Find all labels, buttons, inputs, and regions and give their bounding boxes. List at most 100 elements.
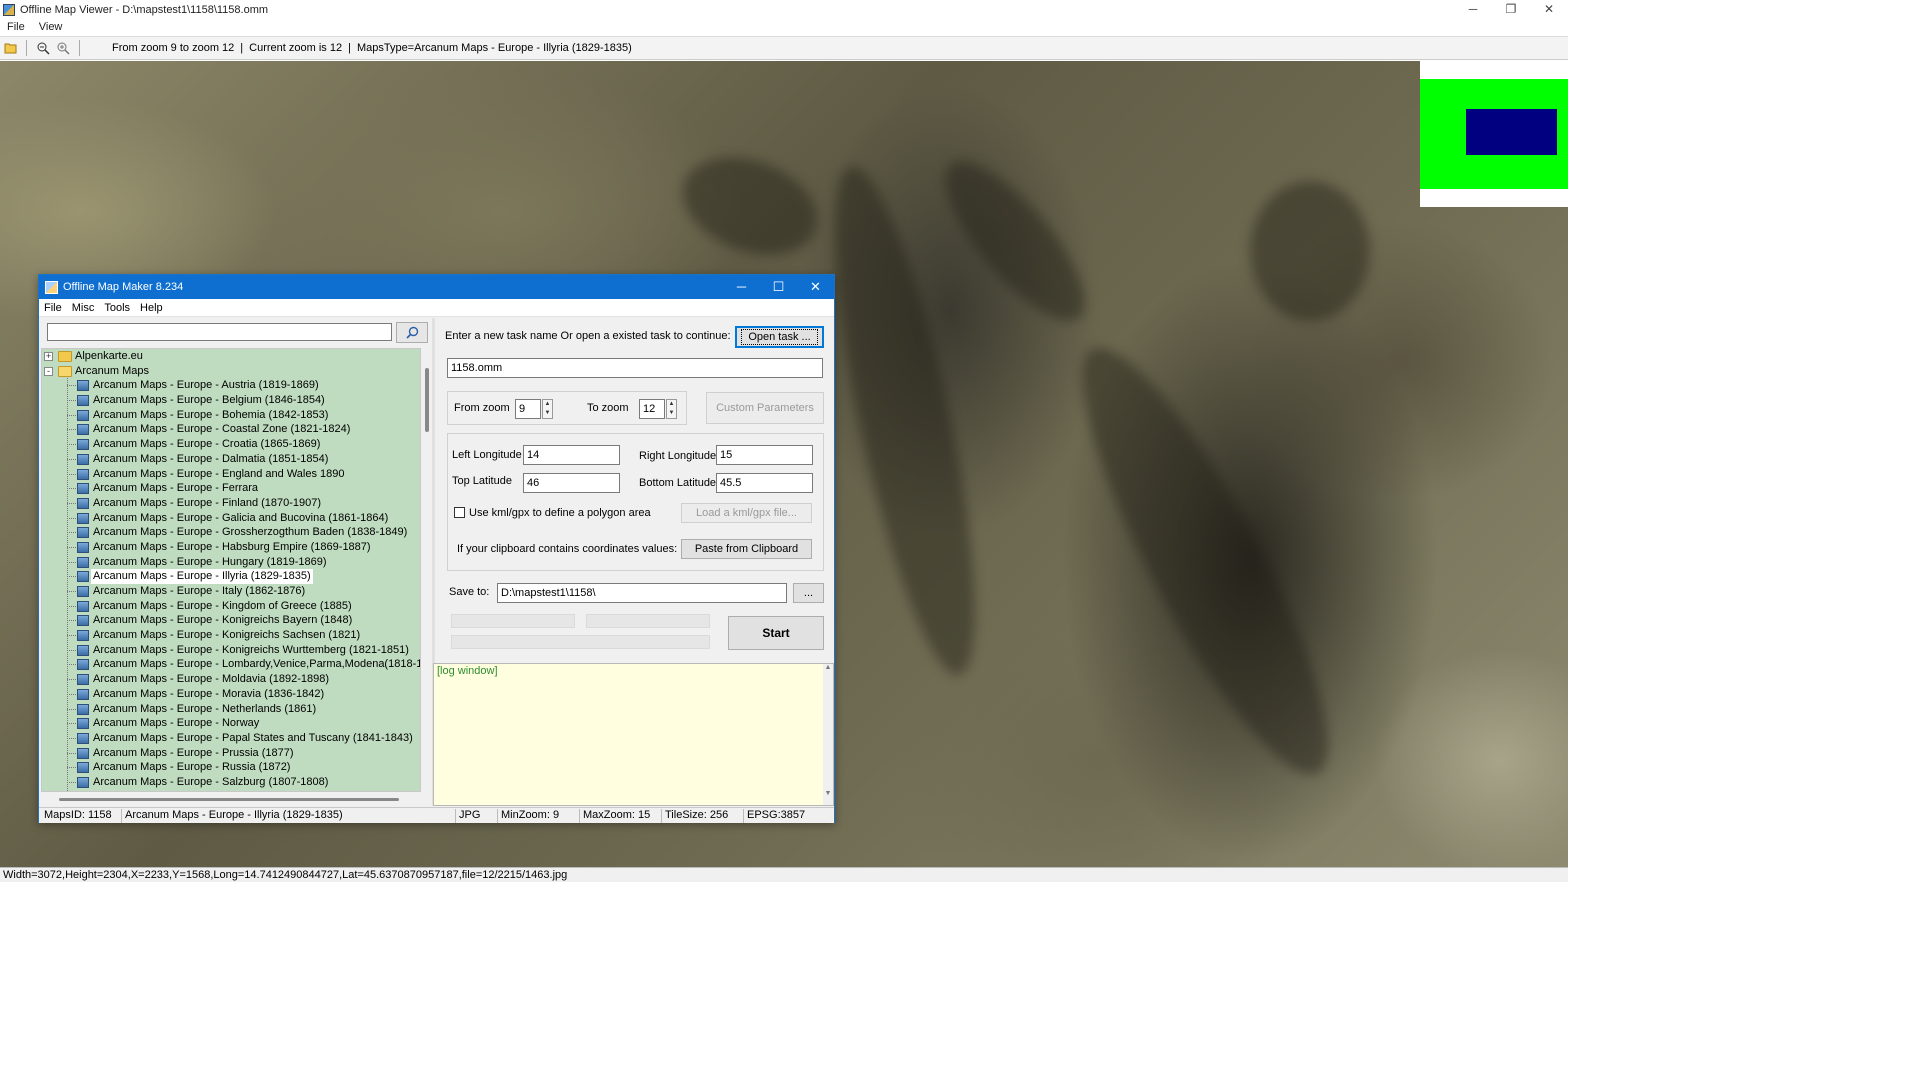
to-zoom-spinner[interactable]: ▲ ▼ — [666, 399, 677, 419]
tree-item-label: Arcanum Maps - Europe - Moravia (1836-18… — [93, 687, 325, 700]
save-to-input[interactable] — [497, 583, 787, 603]
zoom-out-icon[interactable] — [34, 39, 53, 58]
map-layer-icon — [77, 556, 89, 568]
map-layer-icon — [77, 468, 89, 480]
tree-item-map[interactable]: Arcanum Maps - Europe - Moravia (1836-18… — [42, 687, 420, 702]
tree-expand-icon[interactable]: + — [44, 352, 53, 361]
folder-open-icon — [58, 365, 72, 377]
top-latitude-input[interactable] — [523, 473, 620, 493]
tree-item-label: Arcanum Maps - Europe - Italy (1862-1876… — [93, 585, 306, 597]
task-settings-pane: Enter a new task name Or open a existed … — [433, 318, 834, 806]
tree-item-map[interactable]: Arcanum Maps - Europe - Illyria (1829-18… — [42, 569, 420, 585]
map-terrain-shade — [1250, 181, 1370, 321]
tree-item-map[interactable]: Arcanum Maps - Europe - Italy (1862-1876… — [42, 584, 420, 599]
viewer-minimize-button[interactable]: ─ — [1454, 0, 1492, 19]
maker-close-button[interactable]: ✕ — [797, 275, 834, 299]
tree-horizontal-scrollbar[interactable] — [41, 796, 421, 802]
left-longitude-input[interactable] — [523, 445, 620, 465]
tree-item-map[interactable]: Arcanum Maps - Europe - Coastal Zone (18… — [42, 422, 420, 437]
tree-item-map[interactable]: Arcanum Maps - Europe - Kingdom of Greec… — [42, 599, 420, 614]
zoom-range-text: From zoom 9 to zoom 12 — [112, 42, 235, 54]
paste-clipboard-button[interactable]: Paste from Clipboard — [681, 539, 812, 559]
tree-item-map[interactable]: Arcanum Maps - Europe - Galicia and Buco… — [42, 511, 420, 526]
maker-app-icon — [45, 280, 58, 294]
tree-connector-line — [67, 679, 76, 681]
maker-minimize-button[interactable]: ─ — [723, 275, 760, 299]
map-layer-icon — [77, 747, 89, 759]
kml-checkbox-label[interactable]: Use kml/gpx to define a polygon area — [469, 507, 651, 519]
zoom-in-icon[interactable] — [54, 39, 73, 58]
custom-parameters-button[interactable]: Custom Parameters — [706, 392, 824, 424]
map-search-input[interactable] — [47, 323, 392, 341]
tree-item-map[interactable]: Arcanum Maps - Europe - Grossherzogthum … — [42, 525, 420, 540]
tree-item-label: Arcanum Maps - Europe - Netherlands (186… — [93, 702, 317, 715]
tree-item-map[interactable]: Arcanum Maps - Europe - England and Wale… — [42, 467, 420, 482]
tree-item-map[interactable]: Arcanum Maps - Europe - Papal States and… — [42, 731, 420, 746]
start-button[interactable]: Start — [728, 616, 824, 650]
tree-connector-line — [67, 708, 76, 710]
search-button[interactable] — [396, 322, 428, 343]
tree-connector-line — [67, 605, 76, 607]
tree-folder-arcanum[interactable]: - Arcanum Maps — [42, 364, 420, 379]
tree-item-map[interactable]: Arcanum Maps - Europe - Norway — [42, 716, 420, 731]
tree-item-label: Arcanum Maps - Europe - Kingdom of Greec… — [93, 599, 352, 612]
maps-tree-pane: + Alpenkarte.eu - Arcanum Maps Arcanum M… — [39, 318, 432, 806]
overview-viewport[interactable] — [1466, 109, 1557, 155]
tree-item-map[interactable]: Arcanum Maps - Europe - Netherlands (186… — [42, 702, 420, 717]
tree-item-map[interactable]: Arcanum Maps - Europe - Habsburg Empire … — [42, 540, 420, 555]
tree-item-map[interactable]: Arcanum Maps - Europe - Belgium (1846-18… — [42, 393, 420, 408]
map-overview-box[interactable] — [1420, 61, 1568, 207]
log-text: [log window] — [437, 665, 498, 677]
tree-item-map[interactable]: Arcanum Maps - Europe - Hungary (1819-18… — [42, 555, 420, 570]
tree-item-map[interactable]: Arcanum Maps - Europe - Ferrara — [42, 481, 420, 496]
tree-connector-line — [67, 737, 76, 739]
log-scrollbar[interactable]: ▲ ▼ — [823, 664, 833, 805]
log-window[interactable]: [log window] ▲ ▼ — [433, 663, 834, 806]
tree-folder-alpenkarte[interactable]: + Alpenkarte.eu — [42, 349, 420, 364]
right-longitude-input[interactable] — [716, 445, 813, 465]
from-zoom-input[interactable] — [515, 399, 541, 419]
tree-item-map[interactable]: Arcanum Maps - Europe - Bohemia (1842-18… — [42, 408, 420, 423]
maker-menu-misc[interactable]: Misc — [67, 302, 100, 314]
left-longitude-label: Left Longitude — [452, 449, 522, 461]
kml-checkbox[interactable] — [454, 507, 465, 518]
maker-maximize-button[interactable]: ☐ — [760, 275, 797, 299]
tree-item-map[interactable]: Arcanum Maps - Europe - Salzburg (1807-1… — [42, 775, 420, 790]
bottom-latitude-input[interactable] — [716, 473, 813, 493]
tree-item-map[interactable]: Arcanum Maps - Europe - Dalmatia (1851-1… — [42, 452, 420, 467]
viewer-menu-file[interactable]: File — [0, 21, 32, 33]
tree-item-map[interactable]: Arcanum Maps - Europe - Konigreichs Baye… — [42, 613, 420, 628]
tree-item-map[interactable]: Arcanum Maps - Europe - Konigreichs Sach… — [42, 628, 420, 643]
maker-menu-help[interactable]: Help — [135, 302, 168, 314]
tree-item-map[interactable]: Arcanum Maps - Europe - Croatia (1865-18… — [42, 437, 420, 452]
map-layer-icon — [77, 424, 89, 436]
tree-vertical-scrollbar[interactable] — [424, 348, 430, 792]
from-zoom-spinner[interactable]: ▲ ▼ — [542, 399, 553, 419]
tree-item-map[interactable]: Arcanum Maps - Europe - Austria (1819-18… — [42, 378, 420, 393]
tree-item-map[interactable]: Arcanum Maps - Europe - Russia (1872) — [42, 760, 420, 775]
tree-item-map[interactable]: Arcanum Maps - Europe - Prussia (1877) — [42, 746, 420, 761]
viewer-close-button[interactable]: ✕ — [1530, 0, 1568, 19]
maker-menu-file[interactable]: File — [39, 302, 67, 314]
viewer-maximize-button[interactable]: ❐ — [1492, 0, 1530, 19]
open-task-button[interactable]: Open task ... — [735, 326, 824, 348]
bottom-latitude-label: Bottom Latitude — [639, 477, 717, 489]
open-folder-icon[interactable] — [1, 39, 20, 58]
viewer-menu-view[interactable]: View — [32, 21, 70, 33]
tree-item-label: Arcanum Maps - Europe - Croatia (1865-18… — [93, 438, 321, 451]
tree-item-label: Arcanum Maps - Europe - Bohemia (1842-18… — [93, 408, 329, 421]
toolbar-separator — [79, 40, 80, 56]
browse-folder-button[interactable]: ... — [793, 583, 824, 603]
to-zoom-input[interactable] — [639, 399, 665, 419]
tree-item-map[interactable]: Arcanum Maps - Europe - Moldavia (1892-1… — [42, 672, 420, 687]
tree-item-map[interactable]: Arcanum Maps - Europe - Konigreichs Wurt… — [42, 643, 420, 658]
maker-menu-tools[interactable]: Tools — [99, 302, 135, 314]
tree-item-label: Arcanum Maps - Europe - Finland (1870-19… — [93, 496, 322, 509]
tree-item-map[interactable]: Arcanum Maps - Europe - Lombardy,Venice,… — [42, 657, 420, 672]
task-name-input[interactable] — [447, 358, 823, 378]
maps-tree[interactable]: + Alpenkarte.eu - Arcanum Maps Arcanum M… — [41, 348, 421, 792]
search-icon — [405, 326, 418, 339]
load-kml-button[interactable]: Load a kml/gpx file... — [681, 503, 812, 523]
tree-item-map[interactable]: Arcanum Maps - Europe - Finland (1870-19… — [42, 496, 420, 511]
tree-collapse-icon[interactable]: - — [44, 366, 53, 376]
